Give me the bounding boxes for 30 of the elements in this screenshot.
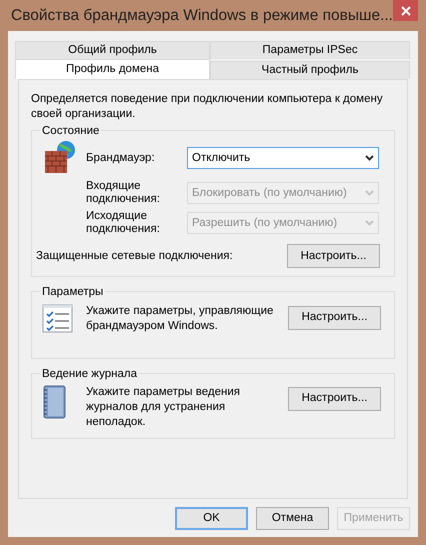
group-description: Укажите параметры ведения журналов для устранения неполадок. (86, 384, 242, 430)
field-label: Исходящие подключения: (86, 210, 161, 236)
group-title: Ведение журнала (40, 366, 139, 380)
tab[interactable]: Общий профиль (15, 41, 210, 59)
chevron-icon (365, 155, 374, 162)
field-label: Защищенные сетевые подключения: (36, 248, 234, 264)
group-title: Параметры (40, 285, 106, 300)
dropdown[interactable]: Отключить (187, 147, 379, 170)
tab[interactable]: Параметры IPSec (210, 41, 410, 59)
dialog-button: Применить (337, 507, 410, 530)
close-button[interactable] (393, 0, 418, 21)
tab[interactable]: Профиль домена (15, 59, 210, 79)
close-icon (400, 6, 410, 16)
field-label: Входящие подключения: (86, 180, 161, 206)
customize-button[interactable]: Настроить... (288, 306, 381, 330)
description-text: Определяется поведение при подключении компьютера к домену своей организации. (31, 92, 384, 122)
tab[interactable]: Частный профиль (210, 61, 410, 79)
customize-button[interactable]: Настроить... (288, 386, 381, 411)
dropdown: Блокировать (по умолчанию) (187, 182, 379, 204)
field-label: Брандмауэр: (86, 152, 156, 165)
dropdown: Разрешить (по умолчанию) (187, 212, 379, 234)
chevron-icon (365, 220, 374, 226)
window-title: Свойства брандмауэра Windows в режиме повыше... (11, 6, 393, 26)
checklist-icon (42, 304, 74, 334)
chevron-icon (365, 190, 374, 196)
customize-button[interactable]: Настроить... (287, 244, 380, 268)
dialog-button[interactable]: Отмена (256, 507, 329, 530)
dialog-button[interactable]: OK (175, 507, 248, 530)
group-description: Укажите параметры, управляющие брандмауэром Windows. (86, 304, 274, 334)
notebook-icon (42, 384, 66, 419)
